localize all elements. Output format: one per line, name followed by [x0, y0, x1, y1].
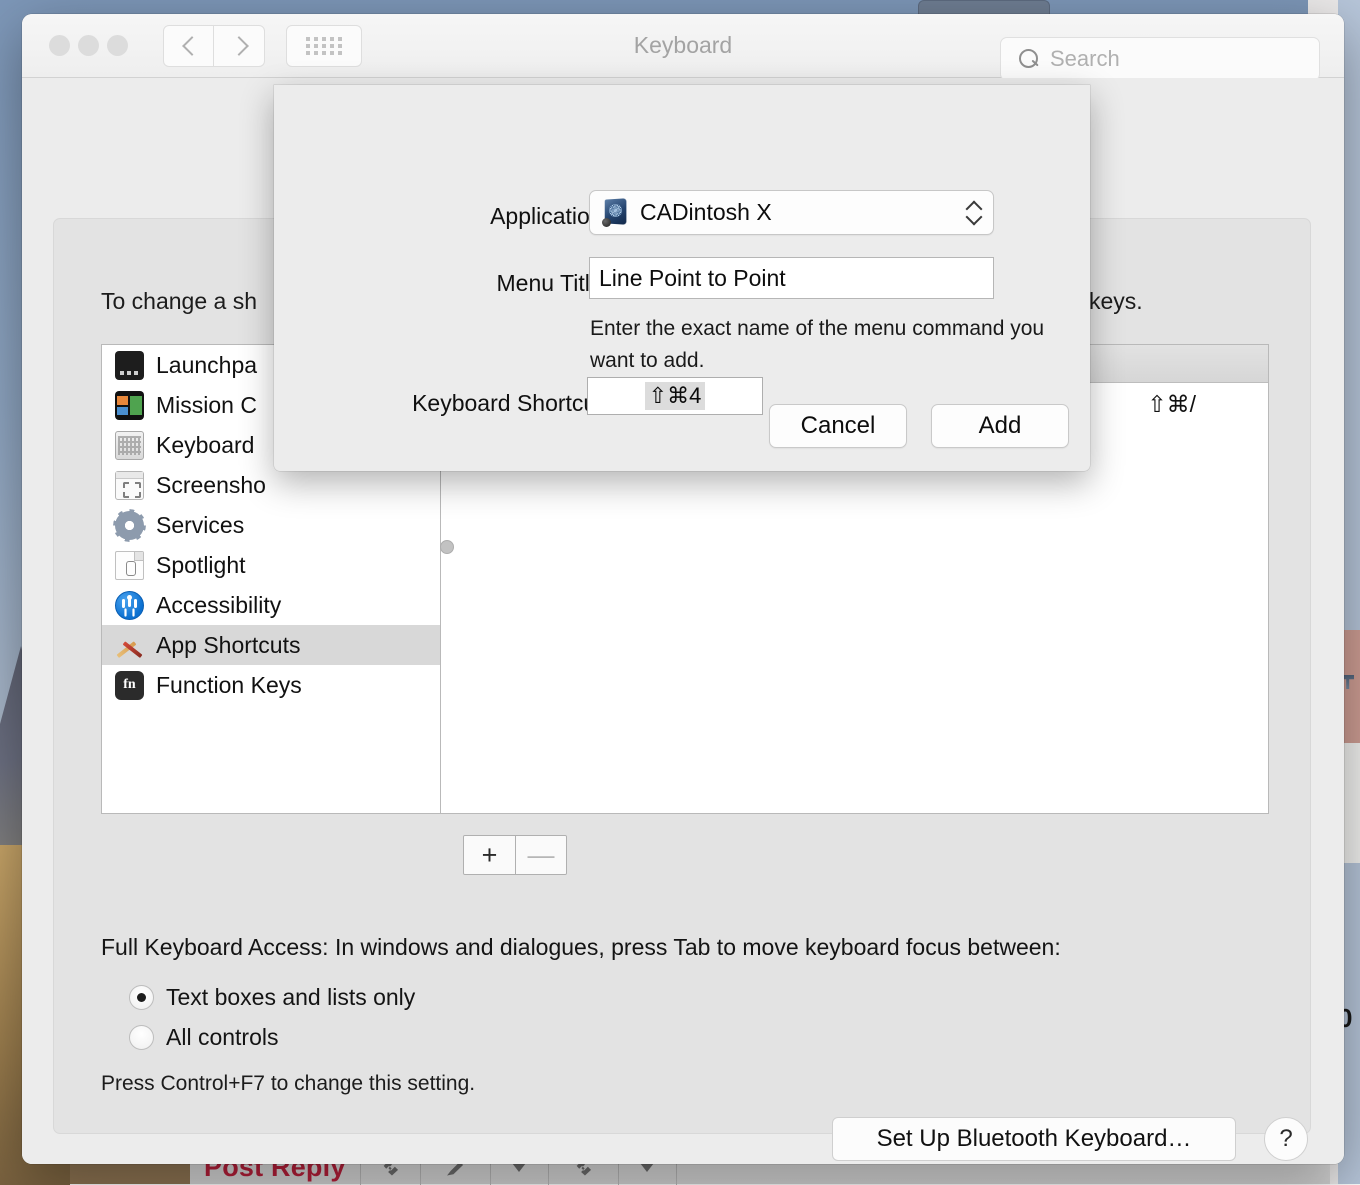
sidebar-item-spotlight[interactable]: Spotlight	[102, 545, 440, 585]
category-label: App Shortcuts	[156, 632, 300, 659]
category-label: Services	[156, 512, 244, 539]
zoom-button[interactable]	[107, 35, 128, 56]
chevron-right-icon	[234, 36, 245, 55]
cancel-button[interactable]: Cancel	[769, 404, 907, 448]
shortcut-key[interactable]: ⇧⌘/	[1147, 391, 1268, 418]
menu-title-label: Menu Title:	[364, 270, 609, 297]
search-placeholder: Search	[1050, 46, 1120, 72]
radio-button-icon[interactable]	[129, 1025, 154, 1050]
sidebar-item-function-keys[interactable]: fn Function Keys	[102, 665, 440, 705]
mission-control-icon	[115, 391, 144, 420]
application-value: CADintosh X	[640, 199, 772, 226]
app-shortcuts-icon	[115, 631, 144, 660]
category-label: Mission C	[156, 392, 257, 419]
add-app-shortcut-sheet: Application: CADintosh X Menu Title: Lin…	[274, 85, 1090, 471]
keyboard-shortcut-label: Keyboard Shortcut:	[309, 390, 609, 417]
set-up-bluetooth-keyboard-button[interactable]: Set Up Bluetooth Keyboard…	[832, 1117, 1236, 1161]
remove-shortcut-button[interactable]: —	[515, 836, 566, 874]
chevron-down-icon	[512, 1163, 526, 1172]
menu-title-input[interactable]: Line Point to Point	[589, 257, 994, 299]
category-label: Spotlight	[156, 552, 246, 579]
back-button[interactable]	[163, 25, 214, 67]
spotlight-icon	[115, 551, 144, 580]
help-button[interactable]: ?	[1264, 1117, 1308, 1161]
screenshot-icon	[115, 471, 144, 500]
add-shortcut-button[interactable]: +	[464, 836, 515, 874]
navigation-buttons[interactable]	[163, 25, 265, 67]
search-field[interactable]: Search	[1000, 37, 1320, 81]
split-divider-handle[interactable]	[440, 540, 454, 554]
close-button[interactable]	[49, 35, 70, 56]
application-label: Application:	[364, 203, 609, 230]
category-label: Screensho	[156, 472, 266, 499]
menu-title-value: Line Point to Point	[599, 265, 786, 292]
category-label: Launchpa	[156, 352, 257, 379]
grid-icon	[306, 37, 343, 55]
radio-label: All controls	[166, 1024, 278, 1051]
category-label: Keyboard	[156, 432, 254, 459]
updown-stepper-icon[interactable]	[967, 199, 981, 227]
keyboard-preferences-window: Keyboard Search To change a sh keys. Lau…	[22, 14, 1344, 1164]
sidebar-item-services[interactable]: Services	[102, 505, 440, 545]
minimize-button[interactable]	[78, 35, 99, 56]
keyboard-shortcut-input[interactable]: ⇧⌘4	[587, 377, 763, 415]
keyboard-icon	[115, 431, 144, 460]
application-popup-button[interactable]: CADintosh X	[589, 190, 994, 235]
launchpad-icon	[115, 351, 144, 380]
chevron-down-icon	[640, 1163, 654, 1172]
category-label: Accessibility	[156, 592, 281, 619]
category-label: Function Keys	[156, 672, 302, 699]
window-titlebar: Keyboard Search	[22, 14, 1344, 78]
sidebar-item-accessibility[interactable]: Accessibility	[102, 585, 440, 625]
sidebar-item-app-shortcuts[interactable]: App Shortcuts	[102, 625, 440, 665]
radio-all-controls[interactable]: All controls	[129, 1024, 278, 1051]
accessibility-icon	[115, 591, 144, 620]
sidebar-item-screenshots[interactable]: Screensho	[102, 465, 440, 505]
hint-text-left: To change a sh	[101, 288, 257, 315]
add-button[interactable]: Add	[931, 404, 1069, 448]
full-keyboard-access-note: Press Control+F7 to change this setting.	[101, 1072, 475, 1096]
chevron-left-icon	[183, 36, 194, 55]
hint-text-right: keys.	[1089, 288, 1143, 315]
forward-button[interactable]	[214, 25, 265, 67]
traffic-light-buttons[interactable]	[49, 35, 128, 56]
cad-app-icon	[602, 199, 629, 227]
radio-text-boxes-and-lists[interactable]: Text boxes and lists only	[129, 984, 415, 1011]
radio-button-selected-icon[interactable]	[129, 985, 154, 1010]
search-icon	[1019, 49, 1040, 70]
full-keyboard-access-title: Full Keyboard Access: In windows and dia…	[101, 934, 1061, 961]
menu-title-help-text: Enter the exact name of the menu command…	[590, 313, 1060, 376]
keyboard-shortcut-value: ⇧⌘4	[645, 382, 706, 410]
show-all-button[interactable]	[286, 25, 362, 67]
background-window-titlebar[interactable]	[918, 0, 1050, 14]
fn-key-icon: fn	[115, 671, 144, 700]
add-remove-buttons[interactable]: + —	[463, 835, 567, 875]
services-gear-icon	[115, 511, 144, 540]
radio-label: Text boxes and lists only	[166, 984, 415, 1011]
